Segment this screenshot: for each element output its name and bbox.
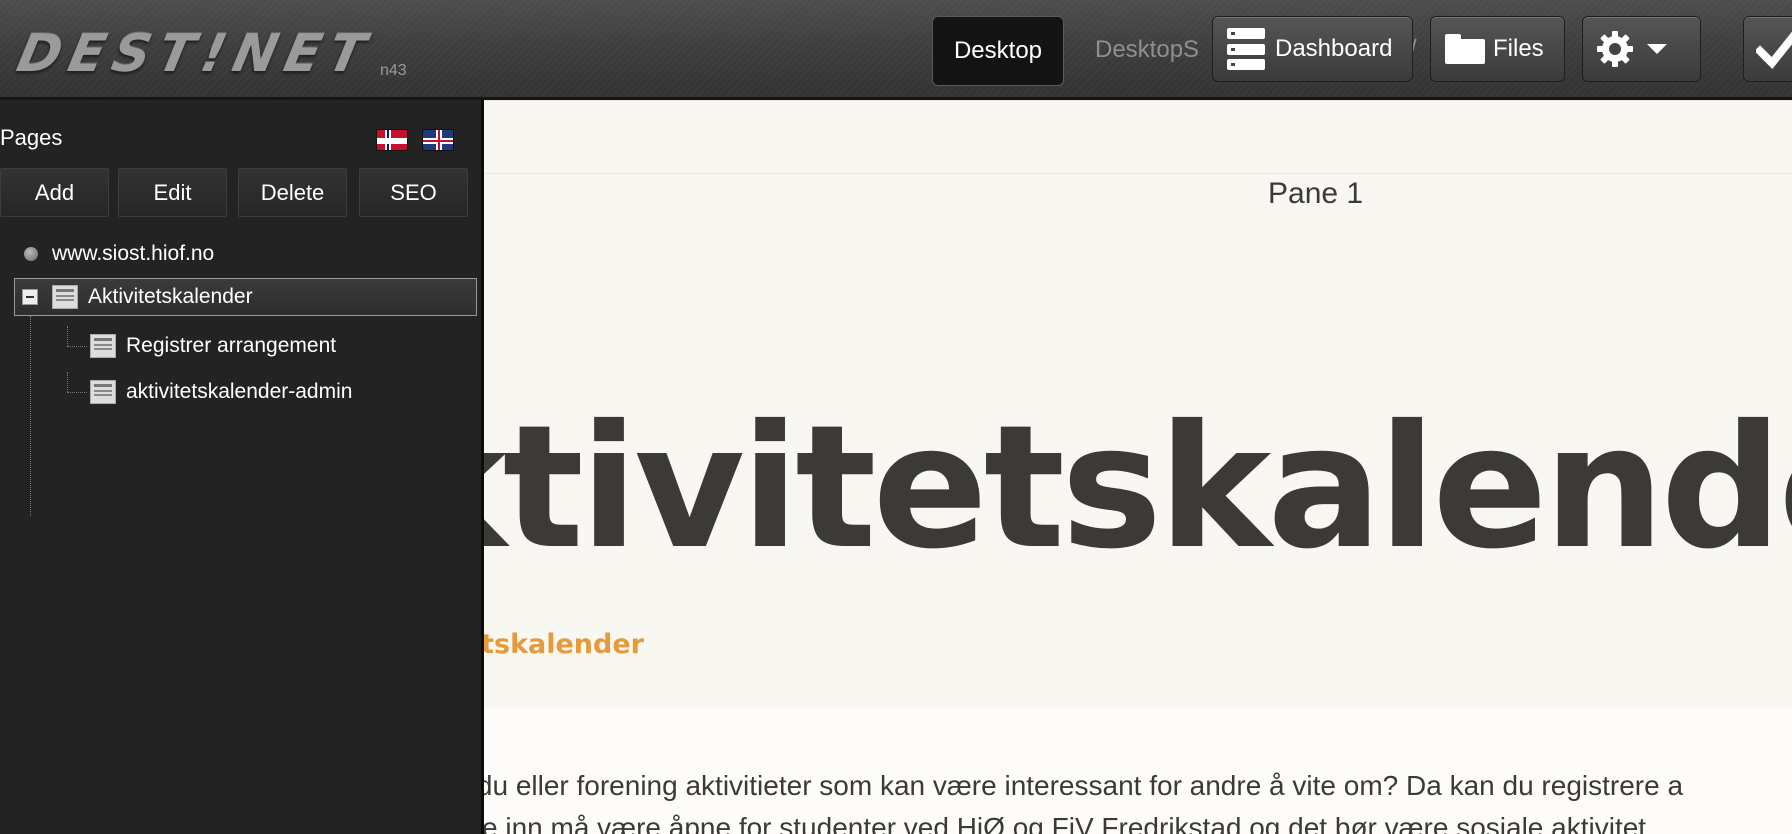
page-icon — [90, 334, 116, 358]
tree-item-label: aktivitetskalender-admin — [126, 380, 353, 403]
tree-item-label: www.siost.hiof.no — [52, 242, 215, 265]
pages-title: Pages — [0, 125, 63, 150]
publish-button[interactable] — [1743, 16, 1792, 82]
hero-subtitle: Aktivitetskalender — [484, 629, 644, 660]
dashboard-button[interactable]: Dashboard — [1212, 16, 1413, 82]
body-paragraph-line2: e inn må være åpne for studenter ved HiØ… — [484, 812, 1647, 834]
gear-icon — [1597, 31, 1633, 67]
files-button[interactable]: Files — [1430, 16, 1565, 82]
body-paragraph-line1: Har du eller forening aktivitieter som k… — [484, 770, 1684, 801]
tree-item-label: Registrer arrangement — [126, 334, 337, 357]
pages-sidebar: Pages Add Edit Delete SEO www.siost.hiof… — [0, 100, 484, 834]
tree-item-root[interactable]: www.siost.hiof.no — [24, 242, 214, 266]
english-flag-icon[interactable] — [422, 129, 454, 151]
top-bar: DEST!NET n43 Desktop DesktopS / Dashboar… — [0, 0, 1792, 100]
page-icon — [52, 285, 78, 309]
settings-menu-button[interactable] — [1582, 16, 1701, 82]
pane-label: Pane 1 — [1268, 177, 1364, 210]
tree-guide-line — [30, 316, 31, 516]
tree-item-aktivitetskalender[interactable]: Aktivitetskalender — [22, 285, 253, 309]
delete-page-button[interactable]: Delete — [238, 168, 347, 217]
site-dot-icon — [24, 247, 38, 261]
hero-section[interactable]: Pane 1 Aktivitetskalender Aktivitetskale… — [484, 100, 1792, 709]
dashboard-button-label: Dashboard — [1275, 35, 1393, 62]
seo-button[interactable]: SEO — [359, 168, 468, 217]
norwegian-flag-icon[interactable] — [376, 129, 408, 151]
checkmark-icon — [1756, 31, 1792, 69]
tree-item-admin[interactable]: aktivitetskalender-admin — [90, 380, 352, 404]
files-button-label: Files — [1493, 35, 1544, 62]
collapse-icon[interactable] — [22, 289, 38, 305]
tree-guide-line — [67, 392, 87, 393]
edit-page-button[interactable]: Edit — [118, 168, 227, 217]
desktop-button[interactable]: Desktop — [932, 16, 1064, 86]
tree-guide-line — [67, 346, 87, 347]
tree-item-registrer[interactable]: Registrer arrangement — [90, 334, 336, 358]
page-preview: Pane 1 Aktivitetskalender Aktivitetskale… — [484, 100, 1792, 834]
destinet-logo[interactable]: DEST!NET — [12, 24, 379, 84]
add-page-button[interactable]: Add — [0, 168, 109, 217]
tree-guide-line — [67, 326, 68, 346]
chevron-down-icon — [1647, 44, 1667, 54]
hero-title: Aktivitetskalender — [484, 389, 1792, 587]
tree-item-label: Aktivitetskalender — [88, 285, 253, 308]
tree-guide-line — [67, 372, 68, 392]
desktops-link[interactable]: DesktopS — [1095, 36, 1199, 64]
folder-icon — [1445, 34, 1485, 64]
logo-version: n43 — [380, 62, 407, 79]
desktop-button-label: Desktop — [953, 37, 1043, 64]
divider — [484, 173, 1792, 174]
page-icon — [90, 380, 116, 404]
dashboard-icon — [1227, 28, 1265, 70]
